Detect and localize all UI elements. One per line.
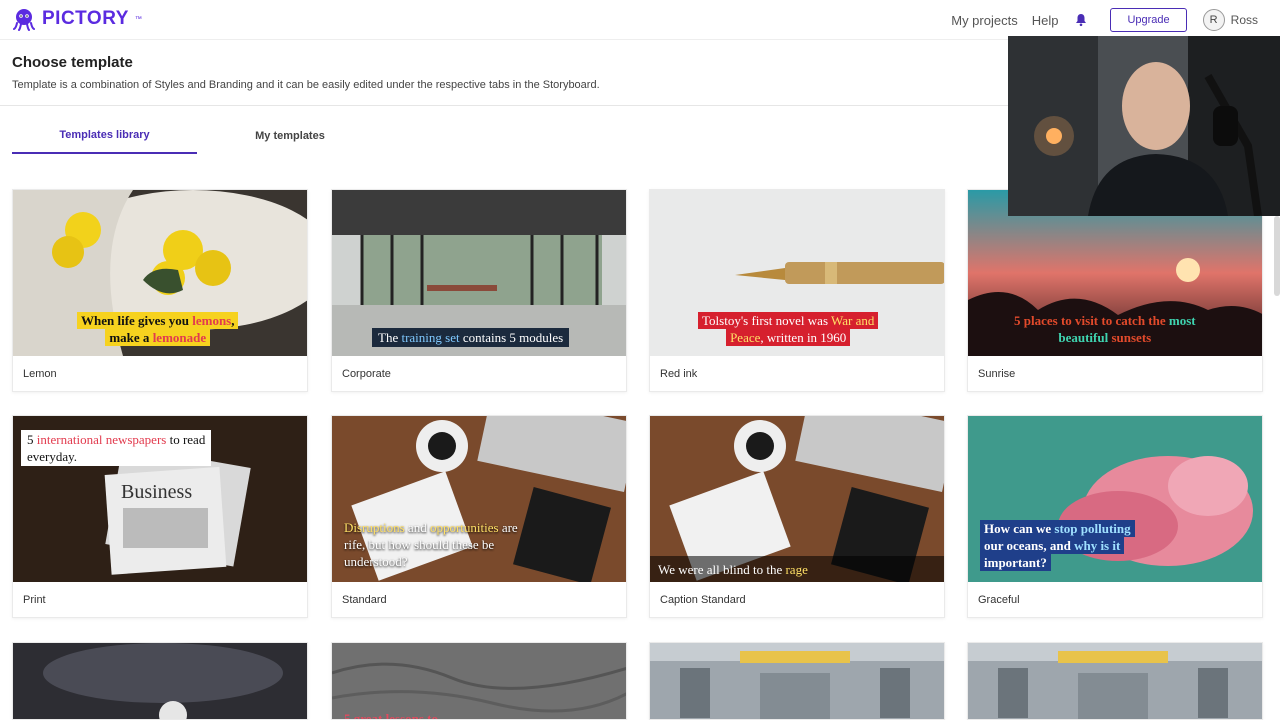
help-link[interactable]: Help — [1032, 13, 1059, 28]
template-thumbnail: When life gives you lemons, make a lemon… — [13, 190, 307, 356]
template-card-standard[interactable]: Disruptions and opportunities are rife, … — [331, 415, 627, 618]
template-thumbnail: The training set contains 5 modules — [332, 190, 626, 356]
page-subtitle: Template is a combination of Styles and … — [12, 79, 600, 91]
tab-my-templates[interactable]: My templates — [230, 118, 350, 154]
template-card-graceful[interactable]: How can we stop polluting our oceans, an… — [967, 415, 1263, 618]
webcam-overlay — [1008, 36, 1280, 216]
nav-right-group: My projects Help Upgrade R Ross — [951, 8, 1258, 32]
template-card-lemon[interactable]: When life gives you lemons, make a lemon… — [12, 189, 308, 392]
template-card-red-ink[interactable]: Tolstoy's first novel was War and Peace,… — [649, 189, 945, 392]
template-card-caption-standard[interactable]: We were all blind to the rage Caption St… — [649, 415, 945, 618]
user-avatar[interactable]: R — [1202, 9, 1225, 31]
octopus-logo-icon — [13, 9, 35, 31]
my-projects-link[interactable]: My projects — [951, 13, 1017, 28]
template-card-sunrise[interactable]: 5 places to visit to catch the most beau… — [967, 189, 1263, 392]
template-card-train-a[interactable] — [649, 642, 945, 720]
template-thumbnail — [968, 643, 1262, 719]
template-name: Lemon — [23, 368, 57, 380]
tab-templates-library[interactable]: Templates library — [12, 118, 197, 154]
brand-trademark: ™ — [134, 15, 142, 23]
template-name: Standard — [342, 594, 387, 606]
username-label[interactable]: Ross — [1231, 13, 1258, 27]
template-card-print[interactable]: Business 5 international newspapers to r… — [12, 415, 308, 618]
template-name: Graceful — [978, 594, 1020, 606]
template-thumbnail — [13, 643, 307, 719]
svg-text:Business: Business — [121, 481, 192, 503]
thumbnail-caption: 5 great lessons to — [344, 711, 439, 720]
template-thumbnail: We were all blind to the rage — [650, 416, 944, 582]
template-name: Caption Standard — [660, 594, 746, 606]
template-thumbnail: Business 5 international newspapers to r… — [13, 416, 307, 582]
template-name: Corporate — [342, 368, 391, 380]
template-card-lessons[interactable]: 5 great lessons to — [331, 642, 627, 720]
template-thumbnail: Tolstoy's first novel was War and Peace,… — [650, 190, 944, 356]
template-card-train-b[interactable] — [967, 642, 1263, 720]
thumbnail-caption: How can we stop polluting our oceans, an… — [974, 519, 1141, 572]
template-thumbnail: Disruptions and opportunities are rife, … — [332, 416, 626, 582]
thumbnail-caption: 5 international newspapers to read every… — [21, 430, 212, 466]
thumbnail-caption: When life gives you lemons, make a lemon… — [71, 311, 244, 347]
template-thumbnail: 5 great lessons to — [332, 643, 626, 720]
thumbnail-caption: We were all blind to the rage — [658, 562, 808, 577]
template-name: Sunrise — [978, 368, 1016, 380]
template-card-moon[interactable] — [12, 642, 308, 720]
bell-icon[interactable] — [1074, 13, 1088, 27]
upgrade-button[interactable]: Upgrade — [1110, 8, 1187, 32]
top-navigation-bar: PICTORY ™ My projects Help Upgrade R Ros… — [0, 0, 1280, 40]
brand-name: PICTORY — [42, 8, 129, 29]
thumbnail-caption: Tolstoy's first novel was War and Peace,… — [692, 311, 884, 347]
template-name: Print — [23, 594, 46, 606]
template-thumbnail: How can we stop polluting our oceans, an… — [968, 416, 1262, 582]
thumbnail-caption: 5 places to visit to catch the most beau… — [1014, 313, 1196, 345]
template-card-corporate[interactable]: The training set contains 5 modules Corp… — [331, 189, 627, 392]
template-name: Red ink — [660, 368, 698, 380]
template-tabs: Templates library My templates — [12, 118, 392, 154]
page-title: Choose template — [12, 54, 133, 71]
template-thumbnail — [650, 643, 944, 719]
page-scrollbar[interactable] — [1274, 216, 1280, 296]
header-divider — [0, 105, 1010, 106]
thumbnail-caption: Disruptions and opportunities are rife, … — [344, 520, 518, 569]
pictory-logo[interactable]: PICTORY ™ — [12, 7, 142, 31]
thumbnail-caption: The training set contains 5 modules — [372, 328, 570, 347]
